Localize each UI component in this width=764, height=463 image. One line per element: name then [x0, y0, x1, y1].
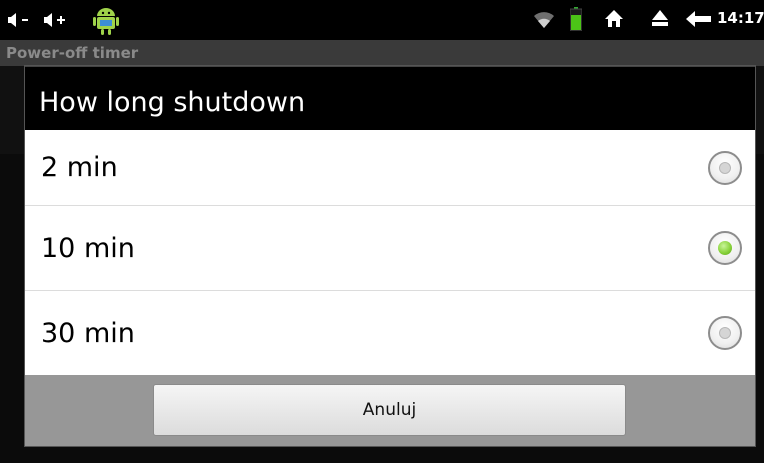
option-label: 30 min	[41, 317, 135, 349]
radio-dot-icon	[718, 241, 732, 255]
dialog-footer: Anuluj	[25, 375, 755, 446]
radio-button-selected[interactable]	[708, 231, 742, 265]
eject-icon	[652, 10, 668, 26]
dialog-title: How long shutdown	[25, 66, 755, 130]
radio-dot-icon	[719, 161, 731, 174]
option-label: 10 min	[41, 232, 135, 264]
battery-icon	[570, 7, 582, 31]
wifi-icon	[534, 12, 554, 28]
android-icon	[93, 8, 119, 35]
option-10-min[interactable]: 10 min	[25, 206, 755, 291]
status-bar: 14:17	[0, 0, 764, 40]
radio-button[interactable]	[708, 316, 742, 350]
shutdown-dialog: How long shutdown 2 min 10 min 30 min An…	[25, 66, 755, 446]
cancel-button[interactable]: Anuluj	[153, 384, 626, 436]
app-title: Power-off timer	[0, 40, 764, 66]
home-icon	[605, 10, 623, 27]
volume-down-icon	[8, 13, 28, 27]
option-2-min[interactable]: 2 min	[25, 130, 755, 206]
options-list: 2 min 10 min 30 min	[25, 130, 755, 375]
option-label: 2 min	[41, 152, 118, 183]
status-clock: 14:17	[717, 9, 764, 27]
volume-up-icon	[44, 13, 65, 27]
back-icon	[686, 11, 711, 27]
radio-button[interactable]	[708, 150, 742, 185]
option-30-min[interactable]: 30 min	[25, 291, 755, 375]
radio-dot-icon	[719, 327, 731, 339]
